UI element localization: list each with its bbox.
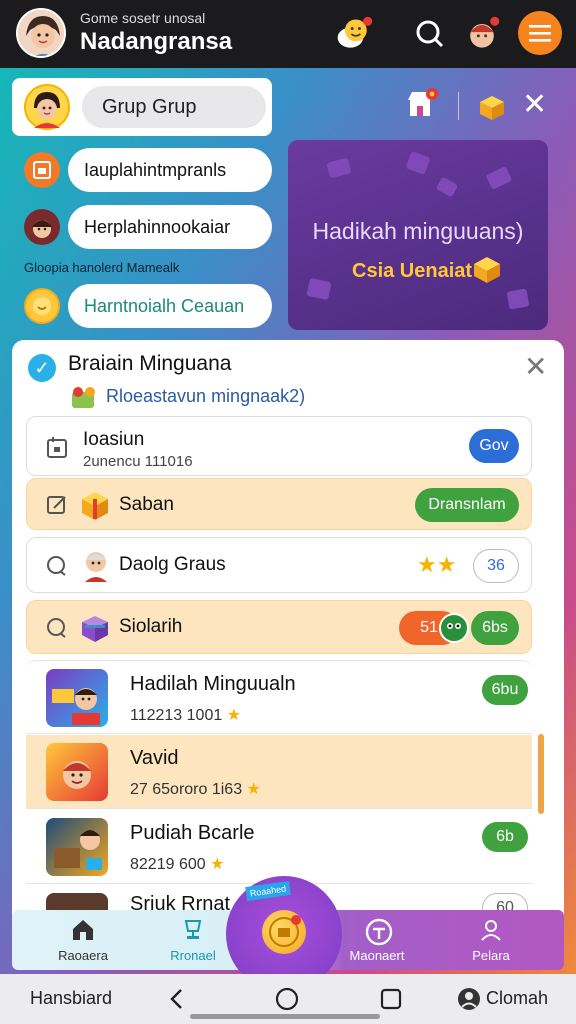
menu-button[interactable]	[518, 11, 562, 55]
list-item[interactable]: Saban Dransnlam	[26, 478, 532, 530]
nav-label: Rronael	[170, 948, 216, 963]
nav-item-home[interactable]: Raoaera	[38, 910, 128, 970]
game-action-button[interactable]: 6bu	[482, 675, 528, 705]
nav-label: Pelara	[472, 948, 510, 963]
game-thumbnail	[46, 743, 108, 801]
back-icon[interactable]	[162, 984, 192, 1014]
game-meta-text: 112213 1001	[130, 707, 223, 724]
badge-icon	[365, 918, 393, 946]
nav-label: Maonaert	[349, 948, 405, 963]
close-icon[interactable]: ✕	[524, 350, 547, 383]
top-bar: Gome sosetr unosal Nadangransa	[0, 0, 576, 68]
row-action-button[interactable]: 6bs	[471, 611, 519, 645]
promo-title: Hadikah minguuans)	[312, 218, 524, 244]
row-meta: 2unencu 111016	[83, 453, 193, 470]
row-label: Saban	[119, 494, 174, 515]
header-subtitle: Gome sosetr unosal	[80, 10, 206, 26]
recents-icon[interactable]	[376, 984, 406, 1014]
avatar	[81, 548, 111, 587]
group-avatar	[24, 84, 70, 130]
game-item[interactable]: Pudiah Bcarle 82219 600 ★ 6b	[26, 810, 532, 884]
divider	[458, 92, 459, 120]
star-icon: ★	[210, 856, 225, 873]
panel-subtitle: Rloeastavun mingnaak2)	[106, 386, 306, 406]
game-meta-text: 82219 600	[130, 856, 206, 873]
close-icon[interactable]: ✕	[522, 90, 547, 120]
row-action-button[interactable]: Gov	[469, 429, 519, 463]
list-item[interactable]: Daolg Graus ★★ 36	[26, 537, 532, 593]
home-circle-icon[interactable]	[272, 984, 302, 1014]
system-right-label[interactable]: Clomah	[486, 988, 548, 1009]
nav-item-trophy[interactable]: Rronael	[148, 910, 238, 970]
game-meta: 82219 600 ★	[130, 854, 224, 874]
nav-item-profile[interactable]: Pelara	[446, 910, 536, 970]
row-label: Daolg Graus	[119, 554, 226, 575]
list-item[interactable]: Siolarih 51 6bs	[26, 600, 532, 654]
home-icon	[71, 918, 95, 944]
side-caption: Gloopia hanolerd Mamealk	[24, 260, 180, 275]
trophy-icon	[181, 918, 205, 944]
game-thumbnail	[46, 818, 108, 876]
group-card[interactable]: Grup Grup	[12, 78, 272, 136]
game-name: Pudiah Bcarle	[130, 822, 255, 844]
account-icon	[458, 988, 480, 1010]
row-label: Ioasiun	[83, 429, 145, 450]
list-item[interactable]: Ioasiun 2unencu 111016 Gov	[26, 416, 532, 476]
row-action-button[interactable]: Dransnlam	[415, 488, 519, 522]
notification-avatar-icon[interactable]	[462, 14, 502, 54]
gift-icon	[70, 384, 98, 410]
panel-title: Braiain Minguana	[68, 352, 232, 375]
game-meta: 112213 1001 ★	[130, 705, 241, 725]
nav-label: Raoaera	[58, 948, 108, 963]
store-icon[interactable]	[404, 88, 440, 125]
game-action-button[interactable]: 6b	[482, 822, 528, 852]
game-name: Vavid	[130, 747, 179, 769]
search-icon[interactable]	[410, 14, 450, 54]
side-item-label: Harntnoialh Ceauan	[68, 284, 272, 328]
nav-item-badge[interactable]: Maonaert	[332, 910, 422, 970]
game-meta-text: 27 65ororo 1i63	[130, 781, 243, 798]
gift-box-icon[interactable]	[476, 90, 508, 125]
scrollbar[interactable]	[538, 734, 544, 814]
gift-box-icon	[470, 252, 504, 289]
home-indicator	[190, 1014, 380, 1019]
calendar-icon	[45, 435, 69, 459]
avatar	[24, 209, 60, 245]
side-item-label: Herplahinnookaiar	[68, 205, 272, 249]
rating-stars: ★★	[417, 552, 457, 577]
promo-subtitle: Csia Uenaiat	[352, 260, 473, 282]
user-avatar[interactable]	[16, 8, 66, 58]
side-item-3[interactable]: Harntnoialh Ceauan	[24, 284, 272, 328]
calendar-icon	[24, 152, 60, 188]
star-icon: ★	[226, 707, 242, 724]
coin-icon	[24, 288, 60, 324]
menu-icon	[529, 25, 551, 42]
mascot-icon	[439, 613, 469, 643]
game-item[interactable]: Hadilah Minguualn 112213 1001 ★ 6bu	[26, 660, 532, 734]
side-item-label: Iauplahintmpranls	[68, 148, 272, 192]
star-icon: ★	[246, 781, 261, 798]
check-icon: ✓	[28, 354, 56, 382]
game-thumbnail	[46, 669, 108, 727]
promo-card[interactable]: Hadikah minguuans) Csia Uenaiat	[288, 140, 548, 330]
chat-bubble-icon[interactable]	[334, 14, 374, 54]
header-title: Nadangransa	[80, 28, 233, 55]
search-icon	[45, 616, 69, 640]
coin-icon	[262, 910, 306, 954]
profile-icon	[479, 918, 503, 944]
gift-box-icon	[79, 487, 111, 526]
side-item-2[interactable]: Herplahinnookaiar	[24, 205, 272, 249]
row-label: Siolarih	[119, 616, 183, 637]
game-meta: 27 65ororo 1i63 ★	[130, 779, 261, 799]
chest-icon	[79, 611, 111, 648]
chat-icon	[45, 554, 69, 578]
game-name: Hadilah Minguualn	[130, 673, 296, 695]
side-item-1[interactable]: Iauplahintmpranls	[24, 148, 272, 192]
edit-icon	[45, 493, 69, 517]
row-action-button[interactable]: 36	[473, 549, 519, 583]
group-name[interactable]: Grup Grup	[82, 86, 266, 128]
user-face-icon	[18, 10, 64, 56]
system-left-label[interactable]: Hansbiard	[30, 988, 112, 1009]
game-item[interactable]: Vavid 27 65ororo 1i63 ★	[26, 735, 532, 809]
